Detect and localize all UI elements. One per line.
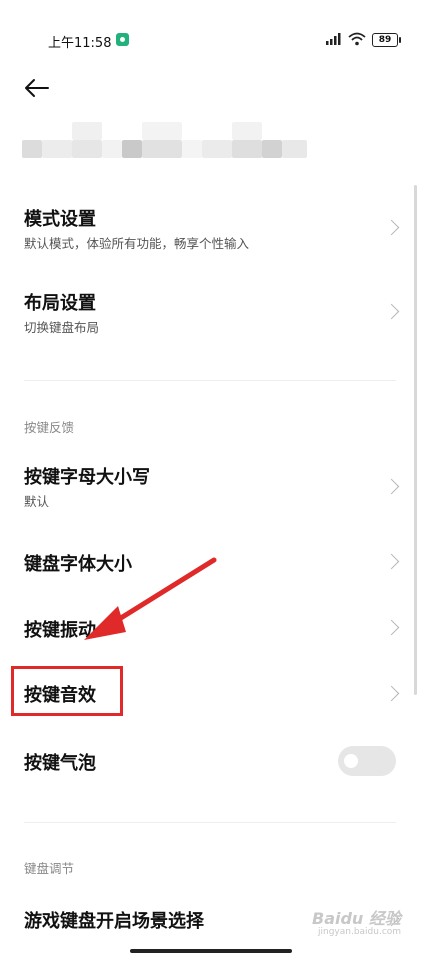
chevron-right-icon (383, 303, 400, 320)
baidu-watermark: Baidu 经验 jingyan.baidu.com (312, 909, 402, 937)
divider (24, 822, 396, 823)
keyboard-font-size-item[interactable]: 键盘字体大小 (0, 535, 429, 590)
chevron-right-icon (383, 219, 400, 236)
key-case-item[interactable]: 按键字母大小写 默认 (0, 450, 429, 522)
back-arrow-icon[interactable] (22, 76, 50, 100)
key-bubble-title: 按键气泡 (24, 753, 96, 774)
mode-settings-item[interactable]: 模式设置 默认模式，体验所有功能，畅享个性输入 (0, 190, 429, 270)
key-vibration-title: 按键振动 (24, 620, 96, 641)
chevron-right-icon (383, 553, 400, 570)
section-header-adjust: 键盘调节 (24, 861, 75, 876)
chevron-right-icon (383, 685, 400, 702)
status-bar: 上午11:58 89 (0, 0, 429, 56)
keyboard-font-size-title: 键盘字体大小 (24, 554, 132, 575)
key-case-title: 按键字母大小写 (24, 467, 150, 488)
highlight-box (11, 666, 123, 716)
signal-icon (326, 33, 341, 45)
key-vibration-item[interactable]: 按键振动 (0, 600, 429, 655)
layout-settings-title: 布局设置 (24, 293, 96, 314)
status-time: 上午11:58 (48, 36, 112, 51)
key-bubble-item: 按键气泡 (0, 735, 429, 790)
wifi-icon (348, 32, 366, 46)
layout-settings-item[interactable]: 布局设置 切换键盘布局 (0, 275, 429, 350)
battery-icon: 89 (372, 33, 401, 47)
game-keyboard-scene-title: 游戏键盘开启场景选择 (24, 911, 204, 932)
page-title-blurred (22, 120, 312, 164)
section-header-feedback: 按键反馈 (24, 420, 75, 435)
chevron-right-icon (383, 619, 400, 636)
layout-settings-subtitle: 切换键盘布局 (24, 320, 100, 335)
key-case-subtitle: 默认 (24, 494, 50, 509)
home-indicator[interactable] (130, 949, 292, 953)
app-notification-icon (116, 33, 129, 46)
mode-settings-subtitle: 默认模式，体验所有功能，畅享个性输入 (24, 236, 250, 251)
mode-settings-title: 模式设置 (24, 209, 96, 230)
key-bubble-toggle[interactable] (338, 746, 396, 776)
chevron-right-icon (383, 478, 400, 495)
divider (24, 380, 396, 381)
